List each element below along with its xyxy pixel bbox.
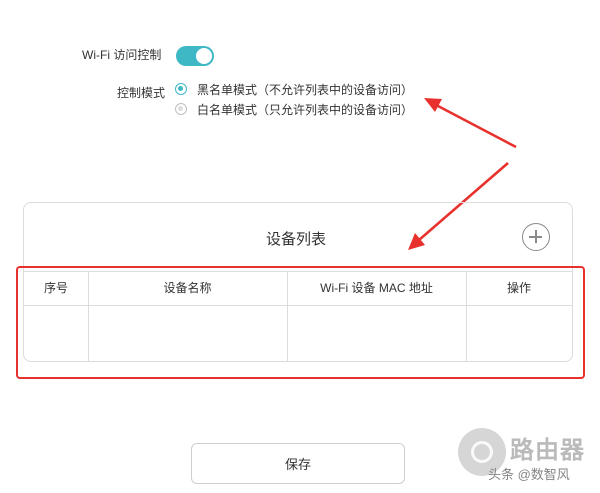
watermark-caption: 头条 @数智风: [488, 467, 570, 482]
watermark-logo-ring: [471, 441, 493, 463]
annotation-highlight-box: [16, 266, 585, 379]
arrow-to-control-mode: [424, 98, 517, 149]
save-button[interactable]: 保存: [191, 443, 405, 484]
add-device-button[interactable]: [522, 223, 550, 251]
device-list-title: 设备列表: [266, 231, 327, 248]
watermark-brand: 路由器: [510, 437, 585, 464]
